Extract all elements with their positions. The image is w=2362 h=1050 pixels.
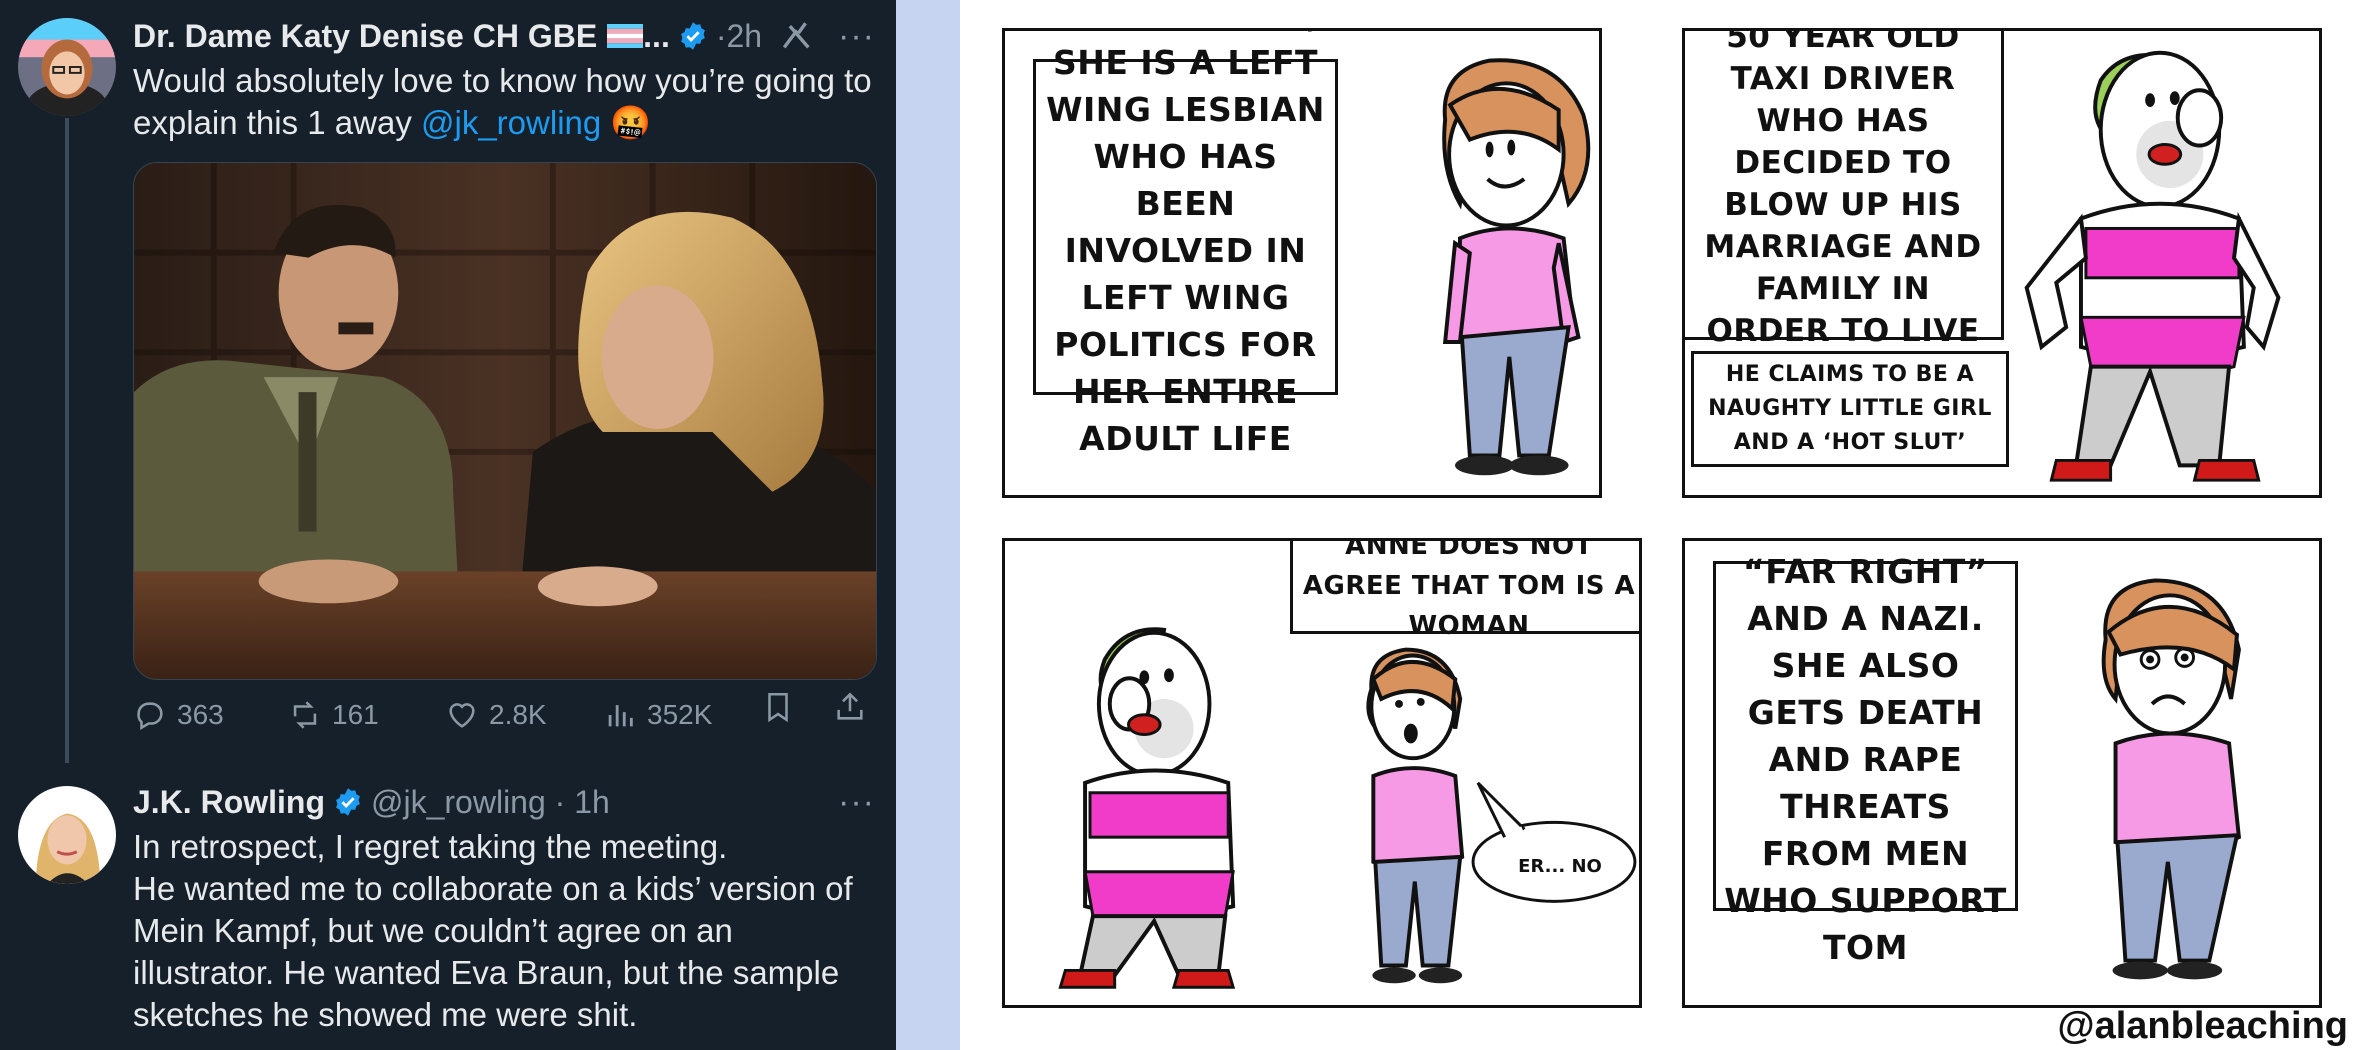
panel1-caption: THIS IS ANNE, SHE IS A LEFT WING LESBIAN…: [1033, 31, 1338, 458]
tweet2-line: Mein Kampf, but we couldn’t agree on an: [133, 912, 733, 949]
tweet2-line: sketches he showed me were shit.: [133, 996, 638, 1033]
flag-icon: [607, 24, 644, 48]
repost-count: 161: [332, 699, 379, 730]
angry-emoji: 🤬: [610, 104, 652, 141]
avatar-jk-rowling[interactable]: [18, 786, 116, 884]
comic-panel-2: THIS IS TOM, A 50 YEAR OLD TAXI DRIVER W…: [1682, 28, 2322, 498]
tweet2-line: illustrator. He wanted Eva Braun, but th…: [133, 954, 840, 991]
like-button[interactable]: 2.8K: [445, 690, 547, 740]
avatar-katy[interactable]: [18, 18, 116, 116]
tweet1-text: Would absolutely love to know how you’re…: [133, 60, 883, 144]
comic-panel-3: ANNE DOES NOT AGREE THAT TOM IS A WOMAN …: [1002, 538, 1642, 1008]
tweet1-time[interactable]: 2h: [726, 16, 762, 56]
panel2-subcaption: HE CLAIMS TO BE A NAUGHTY LITTLE GIRL AN…: [1691, 351, 2009, 467]
tweet1-action-bar: 363 161 2.8K 352K: [133, 690, 877, 740]
repost-icon: [293, 701, 317, 729]
tweet2-header: J.K. Rowling @jk_rowling · 1h: [133, 782, 610, 822]
more-icon[interactable]: ···: [838, 19, 875, 53]
verified-badge-icon: [680, 22, 705, 50]
share-icon: [837, 692, 863, 720]
panel4-caption: ANNE IS NOW “FAR RIGHT” AND A NAZI. SHE …: [1713, 541, 2018, 967]
tweet1-display-name[interactable]: Dr. Dame Katy Denise CH GBE: [133, 16, 597, 56]
bookmark-button[interactable]: [761, 690, 795, 724]
verified-badge-icon: [336, 788, 360, 816]
tweet2-time[interactable]: 1h: [574, 782, 610, 822]
views-icon: [608, 705, 633, 727]
tweet2-text: In retrospect, I regret taking the meeti…: [133, 826, 893, 1036]
repost-button[interactable]: 161: [288, 690, 379, 740]
like-icon: [449, 703, 475, 728]
share-button[interactable]: [833, 690, 867, 724]
views-count: 352K: [647, 699, 713, 730]
bookmark-icon: [768, 692, 788, 723]
more-icon[interactable]: ···: [838, 785, 875, 819]
speech-bubble: ER... NO: [1518, 855, 1602, 877]
tweet2-display-name[interactable]: J.K. Rowling: [133, 782, 325, 822]
thread-connector-line: [65, 118, 69, 763]
comic-strip: THIS IS ANNE, SHE IS A LEFT WING LESBIAN…: [960, 0, 2362, 1050]
tweet2-line: In retrospect, I regret taking the meeti…: [133, 828, 728, 865]
mention-link[interactable]: @jk_rowling: [421, 104, 601, 141]
tweet-thread: Dr. Dame Katy Denise CH GBE ... · 2h ···…: [0, 0, 896, 1050]
comic-panel-1: THIS IS ANNE, SHE IS A LEFT WING LESBIAN…: [1002, 28, 1602, 498]
reply-button[interactable]: 363: [133, 690, 224, 740]
tweet2-handle[interactable]: @jk_rowling: [371, 782, 546, 822]
tweet1-header: Dr. Dame Katy Denise CH GBE ... · 2h: [133, 16, 814, 56]
reply-icon: [137, 702, 163, 731]
panel2-caption: THIS IS TOM, A 50 YEAR OLD TAXI DRIVER W…: [1685, 31, 2004, 391]
tweet1-image[interactable]: [133, 162, 877, 680]
views-button[interactable]: 352K: [603, 690, 712, 740]
tweet1-name-ellipsis: ...: [643, 18, 670, 54]
tweet2-line: He wanted me to collaborate on a kids’ v…: [133, 870, 853, 907]
divider-strip: [896, 0, 960, 1050]
comic-panel-4: ANNE IS NOW “FAR RIGHT” AND A NAZI. SHE …: [1682, 538, 2322, 1008]
grok-icon[interactable]: [780, 19, 814, 53]
reply-count: 363: [177, 699, 224, 730]
panel3-caption: ANNE DOES NOT AGREE THAT TOM IS A WOMAN: [1290, 541, 1639, 641]
watermark: @alanbleaching: [2057, 1005, 2348, 1047]
like-count: 2.8K: [489, 699, 547, 730]
